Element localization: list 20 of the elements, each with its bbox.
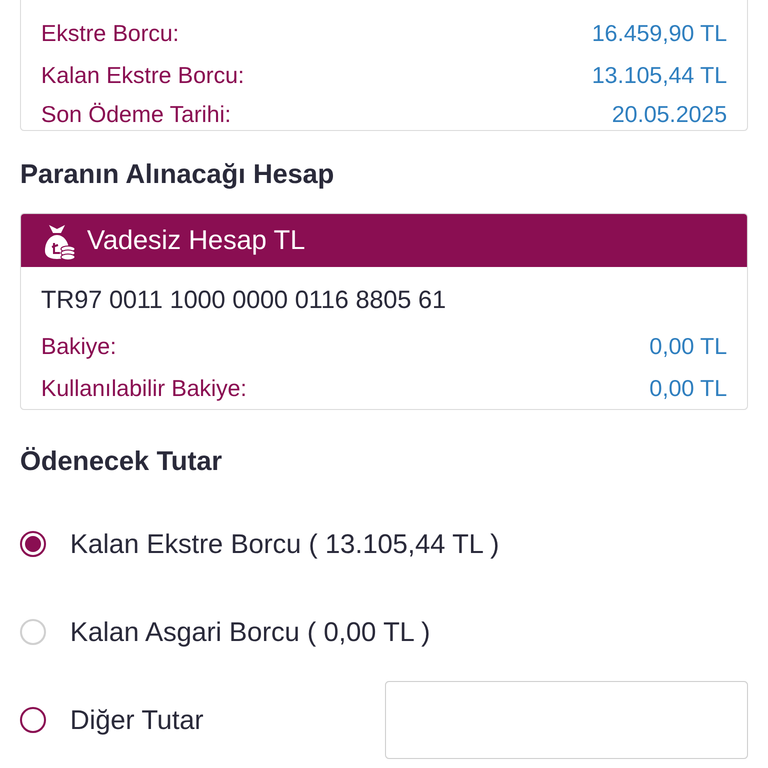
field-label: Son Ödeme Tarihi:	[41, 100, 232, 129]
field-label: Ekstre Borcu:	[41, 19, 180, 48]
amount-input[interactable]	[385, 681, 748, 759]
field-value: 13.105,44 TL	[592, 61, 727, 90]
field-value: 0,00 TL	[649, 374, 727, 403]
field-label: Bakiye:	[41, 332, 116, 361]
account-name: Vadesiz Hesap TL	[87, 224, 306, 258]
radio-button[interactable]	[20, 707, 46, 733]
option-label: Kalan Asgari Borcu ( 0,00 TL )	[70, 616, 430, 649]
option-label: Kalan Ekstre Borcu ( 13.105,44 TL )	[70, 528, 500, 561]
radio-button[interactable]	[20, 531, 46, 557]
field-value: 0,00 TL	[649, 332, 727, 361]
section-heading: Ödenecek Tutar	[20, 445, 224, 478]
iban: TR97 0011 1000 0000 0116 8805 61	[41, 285, 447, 316]
option-label: Diğer Tutar	[70, 704, 204, 737]
field-value: 20.05.2025	[612, 100, 727, 129]
section-heading: Paranın Alınacağı Hesap	[20, 158, 336, 191]
field-label: Kullanılabilir Bakiye:	[41, 374, 247, 403]
field-label: Kalan Ekstre Borcu:	[41, 61, 244, 90]
field-value: 16.459,90 TL	[592, 19, 727, 48]
